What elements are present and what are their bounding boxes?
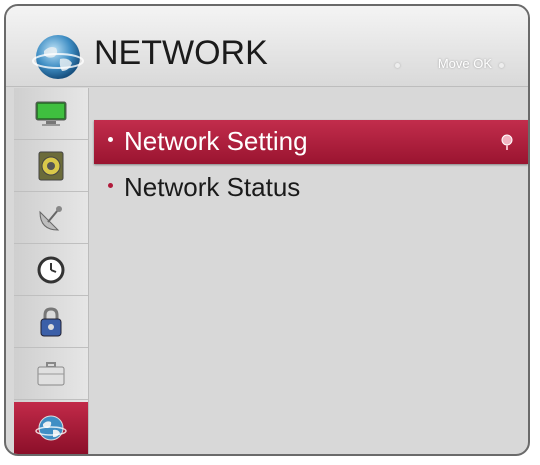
sidebar-item-picture[interactable] [14,88,88,140]
menu-item-label: Network Setting [124,126,308,156]
toolbox-icon [37,362,65,386]
sidebar-item-channel[interactable] [14,192,88,244]
bullet-icon [108,137,113,142]
menu-item-label: Network Status [124,172,301,202]
sidebar-item-option[interactable] [14,348,88,400]
enter-indicator-icon [501,134,513,150]
hint-dot-left [395,63,400,68]
clock-icon [37,256,65,284]
padlock-icon [40,307,62,337]
network-menu-window: NETWORK Move OK Network Setting Network … [4,4,530,456]
hint-dot-right [499,63,504,68]
sidebar-item-network[interactable] [14,402,88,454]
menu-item-network-setting[interactable]: Network Setting [94,120,528,164]
monitor-icon [35,101,67,126]
globe-icon [32,35,84,79]
menu-item-network-status[interactable]: Network Status [94,166,528,210]
sidebar-item-time[interactable] [14,244,88,296]
category-sidebar [14,88,89,454]
speaker-icon [38,151,64,181]
sidebar-item-audio[interactable] [14,140,88,192]
header-bar: NETWORK Move OK [6,6,528,87]
menu-content-area: Network Setting Network Status [90,88,528,454]
sidebar-item-lock[interactable] [14,296,88,348]
globe-icon [35,415,67,441]
navigation-hint: Move OK [437,56,492,71]
satellite-dish-icon [39,206,62,231]
bullet-icon [108,183,113,188]
page-title: NETWORK [94,34,268,72]
